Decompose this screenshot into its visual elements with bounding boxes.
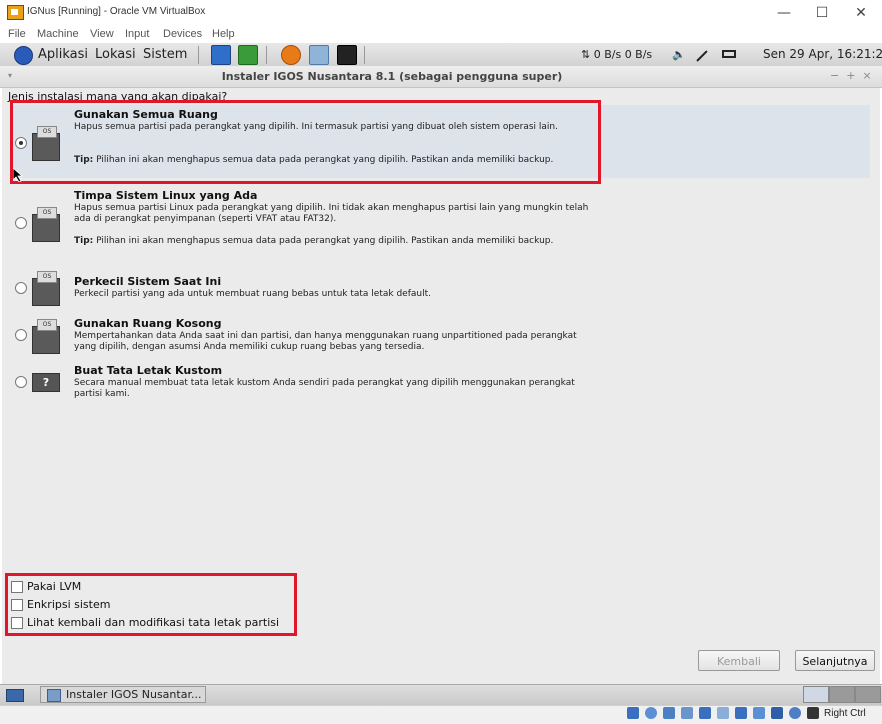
workspace-1[interactable] bbox=[803, 686, 829, 703]
panel-menu-lokasi[interactable]: Lokasi bbox=[95, 47, 136, 62]
back-button[interactable]: Kembali bbox=[698, 650, 780, 671]
option-description: Mempertahankan data Anda saat ini dan pa… bbox=[74, 331, 577, 352]
disk-shrink-icon: OS bbox=[32, 271, 60, 306]
menu-input[interactable]: Input bbox=[125, 28, 149, 40]
menu-file[interactable]: File bbox=[8, 28, 26, 40]
highlight-box-option bbox=[10, 100, 601, 184]
distro-logo-icon[interactable] bbox=[14, 46, 33, 65]
radio-replace-linux[interactable] bbox=[15, 217, 27, 229]
option-title: Timpa Sistem Linux yang Ada bbox=[74, 189, 258, 202]
tip-text: Pilihan ini akan menghapus semua data pa… bbox=[96, 236, 554, 246]
network-speed-indicator: ⇅ 0 B/s 0 B/s bbox=[581, 48, 653, 61]
show-desktop-icon[interactable] bbox=[6, 689, 24, 702]
volume-icon[interactable]: 🔈 bbox=[672, 48, 686, 61]
radio-shrink-system[interactable] bbox=[15, 282, 27, 294]
radio-custom-layout[interactable] bbox=[15, 376, 27, 388]
shared-folders-status-icon[interactable] bbox=[717, 707, 729, 719]
vbox-statusbar bbox=[0, 705, 882, 724]
workspace-2[interactable] bbox=[829, 686, 855, 703]
installer-title: Instaler IGOS Nusantara 8.1 (sebagai pen… bbox=[221, 70, 563, 83]
virtualbox-logo-icon bbox=[7, 5, 24, 20]
mouse-integration-status-icon[interactable] bbox=[789, 707, 801, 719]
close-button[interactable]: ✕ bbox=[843, 2, 879, 24]
calc-launcher-icon[interactable] bbox=[238, 45, 258, 65]
next-button[interactable]: Selanjutnya bbox=[795, 650, 875, 671]
audio-status-icon[interactable] bbox=[663, 707, 675, 719]
option-description: Perkecil partisi yang ada untuk membuat … bbox=[74, 289, 431, 299]
mouse-cursor-icon bbox=[13, 168, 23, 182]
panel-separator bbox=[198, 46, 199, 64]
menu-view[interactable]: View bbox=[90, 28, 114, 40]
tip-label: Tip: bbox=[74, 236, 94, 246]
firefox-launcher-icon[interactable] bbox=[281, 45, 301, 65]
disk-replace-icon: OS bbox=[32, 207, 60, 242]
panel-menu-sistem[interactable]: Sistem bbox=[143, 47, 187, 62]
battery-icon[interactable] bbox=[722, 50, 736, 58]
writer-launcher-icon[interactable] bbox=[211, 45, 231, 65]
option-title: Gunakan Ruang Kosong bbox=[74, 317, 222, 330]
harddisk-status-icon[interactable] bbox=[627, 707, 639, 719]
host-key-label: Right Ctrl bbox=[824, 708, 866, 719]
usb-status-icon[interactable] bbox=[699, 707, 711, 719]
option-title: Perkecil Sistem Saat Ini bbox=[74, 275, 222, 288]
workspace-3[interactable] bbox=[855, 686, 881, 703]
panel-separator bbox=[364, 46, 365, 64]
option-description: Secara manual membuat tata letak kustom … bbox=[74, 378, 575, 399]
disk-free-space-icon: OS bbox=[32, 319, 60, 354]
highlight-box-checkboxes bbox=[5, 573, 297, 636]
radio-use-free-space[interactable] bbox=[15, 329, 27, 341]
keyboard-capture-icon[interactable] bbox=[807, 707, 819, 719]
panel-menu-aplikasi[interactable]: Aplikasi bbox=[38, 47, 88, 62]
video-capture-status-icon[interactable] bbox=[753, 707, 765, 719]
option-tip: Tip: Pilihan ini akan menghapus semua da… bbox=[74, 236, 589, 247]
terminal-launcher-icon[interactable] bbox=[337, 45, 357, 65]
window-title: IGNus [Running] - Oracle VM VirtualBox bbox=[27, 6, 206, 17]
option-title: Buat Tata Letak Kustom bbox=[74, 364, 223, 377]
display-status-icon[interactable] bbox=[735, 707, 747, 719]
menu-machine[interactable]: Machine bbox=[37, 28, 79, 40]
installer-window-controls[interactable]: − + × bbox=[830, 69, 872, 82]
network-status-icon[interactable] bbox=[681, 707, 693, 719]
option-description: Hapus semua partisi Linux pada perangkat… bbox=[74, 203, 589, 224]
taskbar-item-label: Instaler IGOS Nusantar... bbox=[66, 688, 202, 701]
custom-layout-icon: ? bbox=[32, 373, 60, 392]
taskbar-item-installer[interactable]: Instaler IGOS Nusantar... bbox=[40, 686, 206, 703]
minimize-button[interactable]: — bbox=[766, 2, 802, 24]
maximize-button[interactable]: ☐ bbox=[804, 2, 840, 24]
cpu-status-icon[interactable] bbox=[771, 707, 783, 719]
optical-drive-status-icon[interactable] bbox=[645, 707, 657, 719]
panel-clock[interactable]: Sen 29 Apr, 16:21:25 bbox=[763, 47, 882, 61]
panel-separator bbox=[266, 46, 267, 64]
menu-help[interactable]: Help bbox=[212, 28, 235, 40]
file-manager-launcher-icon[interactable] bbox=[309, 45, 329, 65]
menu-devices[interactable]: Devices bbox=[163, 28, 202, 40]
installer-app-icon bbox=[47, 689, 61, 702]
